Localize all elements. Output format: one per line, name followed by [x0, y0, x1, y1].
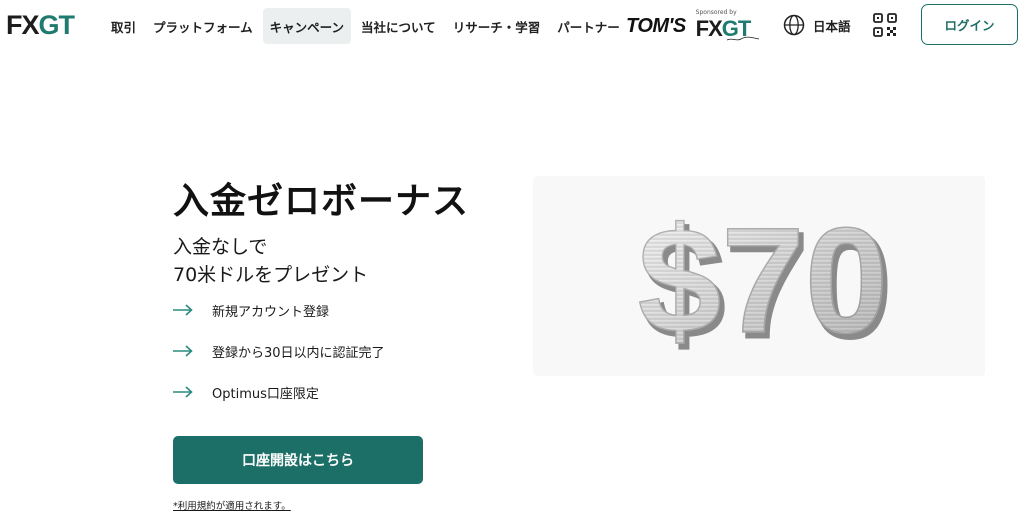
nav-item-campaigns[interactable]: キャンペーン	[262, 8, 352, 44]
logo-fx: FX	[6, 9, 40, 40]
open-account-button[interactable]: 口座開設はこちら	[173, 436, 423, 484]
feature-list: 新規アカウント登録 登録から30日以内に認証完了 Optimus口座限定	[173, 296, 385, 419]
feature-text: 登録から30日以内に認証完了	[212, 345, 385, 361]
nav-item-platforms[interactable]: プラットフォーム	[146, 8, 260, 44]
nav-item-trading[interactable]: 取引	[104, 8, 143, 44]
qr-code-icon[interactable]	[873, 13, 897, 37]
bonus-amount-highlight: $70	[638, 196, 888, 364]
hero-subtitle: 入金なしで 70米ドルをプレゼント	[173, 233, 368, 289]
toms-logo: TOM'S	[626, 14, 686, 37]
nav-item-about[interactable]: 当社について	[354, 8, 443, 44]
arrow-right-icon	[173, 304, 193, 316]
login-button[interactable]: ログイン	[921, 4, 1018, 45]
feature-item: 新規アカウント登録	[173, 296, 385, 324]
page-title: 入金ゼロボーナス	[173, 181, 470, 222]
feature-item: Optimus口座限定	[173, 378, 385, 406]
hero-subtitle-line-2: 70米ドルをプレゼント	[173, 264, 369, 286]
signature-icon	[726, 36, 759, 41]
sponsored-fxgt-logo: Sponsored by FXGT	[695, 9, 760, 42]
sponsor-banner[interactable]: TOM'S Sponsored by FXGT	[626, 9, 760, 42]
main-nav: 取引 プラットフォーム キャンペーン 当社について リサーチ・学習 パートナー	[104, 8, 630, 44]
language-selector[interactable]: 日本語	[783, 12, 851, 38]
arrow-right-icon	[173, 345, 193, 357]
globe-icon	[783, 14, 805, 36]
feature-text: Optimus口座限定	[212, 386, 319, 402]
logo-gt: GT	[38, 9, 75, 40]
sponsor-caption: Sponsored by	[695, 9, 737, 16]
arrow-right-icon	[173, 386, 193, 398]
fxgt-logo[interactable]: FX GT	[6, 9, 75, 40]
bonus-amount-graphic: $70 $70 $70	[637, 195, 894, 370]
bonus-amount-visual: $70 $70 $70	[533, 176, 985, 376]
nav-item-partners[interactable]: パートナー	[550, 8, 627, 44]
feature-text: 新規アカウント登録	[212, 304, 330, 320]
page: FX GT 取引 プラットフォーム キャンペーン 当社について リサーチ・学習 パ…	[0, 0, 1024, 526]
sponsor-fx: FX	[695, 16, 723, 41]
language-label: 日本語	[813, 18, 851, 34]
hero-subtitle-line-1: 入金なしで	[173, 236, 268, 258]
nav-item-research[interactable]: リサーチ・学習	[446, 8, 548, 44]
site-header: FX GT 取引 プラットフォーム キャンペーン 当社について リサーチ・学習 パ…	[0, 0, 1024, 50]
terms-link[interactable]: *利用規約が適用されます。	[173, 498, 291, 512]
feature-item: 登録から30日以内に認証完了	[173, 337, 385, 365]
